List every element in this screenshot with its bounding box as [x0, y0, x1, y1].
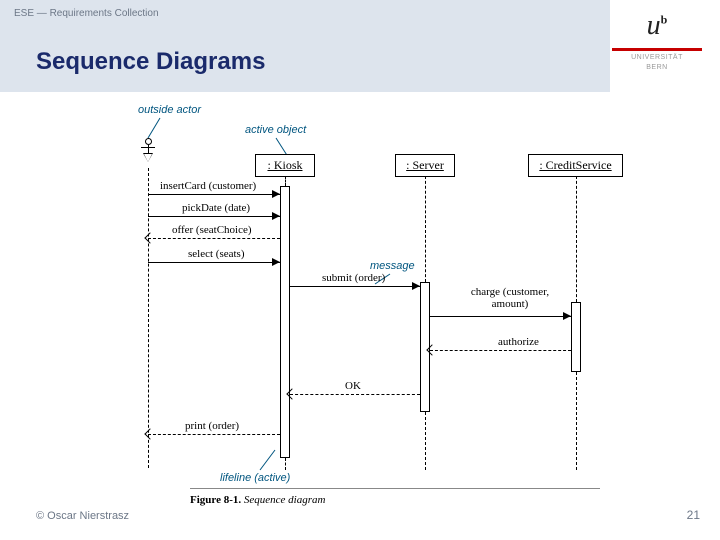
- msg-charge: charge (customer, amount): [460, 286, 560, 310]
- msg-ok: OK: [345, 380, 361, 392]
- arrowhead-m6: [563, 312, 571, 320]
- activation-credit: [571, 302, 581, 372]
- note-active-object: active object: [245, 124, 306, 136]
- object-credit: : CreditService: [528, 154, 623, 177]
- arrow-m2: [148, 216, 280, 217]
- arrow-m9: [148, 434, 280, 435]
- object-kiosk: : Kiosk: [255, 154, 315, 177]
- actor-icon: [140, 138, 156, 166]
- figure-number: Figure 8-1.: [190, 494, 241, 506]
- note-lifeline: lifeline (active): [220, 472, 290, 484]
- msg-offer: offer (seatChoice): [172, 224, 252, 236]
- lifeline-actor: [148, 168, 149, 468]
- university-name-1: UNIVERSITÄT: [612, 54, 702, 61]
- arrow-m8: [290, 394, 420, 395]
- university-name-2: BERN: [612, 64, 702, 71]
- arrow-m5: [290, 286, 420, 287]
- msg-select: select (seats): [188, 248, 245, 260]
- note-message: message: [370, 260, 415, 272]
- arrowhead-m4: [272, 258, 280, 266]
- page-title: Sequence Diagrams: [36, 48, 265, 76]
- arrowhead-m1: [272, 190, 280, 198]
- arrow-m7: [430, 350, 571, 351]
- arrow-m3: [148, 238, 280, 239]
- university-logo: ub UNIVERSITÄT BERN: [612, 10, 702, 71]
- lifeline-server-top: [425, 176, 426, 282]
- msg-insertcard: insertCard (customer): [160, 180, 256, 192]
- arrowhead-m9: [144, 428, 155, 439]
- lifeline-kiosk-bot: [285, 458, 286, 470]
- arrowhead-m5: [412, 282, 420, 290]
- arrow-m4: [148, 262, 280, 263]
- lifeline-credit-top: [576, 176, 577, 302]
- note-outside-actor: outside actor: [138, 104, 201, 116]
- arrow-m6: [430, 316, 571, 317]
- msg-submit: submit (order): [322, 272, 385, 284]
- lifeline-kiosk-top: [285, 176, 286, 186]
- arrow-m1: [148, 194, 280, 195]
- arrowhead-m3: [144, 232, 155, 243]
- figure-desc: Sequence diagram: [244, 494, 326, 506]
- msg-pickdate: pickDate (date): [182, 202, 250, 214]
- msg-print: print (order): [185, 420, 239, 432]
- footer-copyright: © Oscar Nierstrasz: [36, 510, 129, 522]
- activation-kiosk: [280, 186, 290, 458]
- lifeline-server-bot: [425, 412, 426, 470]
- logo-bar: [612, 48, 702, 51]
- logo-u-icon: ub: [647, 10, 668, 42]
- caption-rule: [190, 488, 600, 489]
- msg-authorize: authorize: [498, 336, 539, 348]
- arrowhead-m2: [272, 212, 280, 220]
- sequence-diagram: outside actor active object message life…: [100, 100, 670, 500]
- object-server: : Server: [395, 154, 455, 177]
- lifeline-credit-bot: [576, 372, 577, 470]
- breadcrumb: ESE — Requirements Collection: [14, 8, 159, 19]
- figure-caption: Figure 8-1. Sequence diagram: [190, 494, 325, 506]
- footer-page-number: 21: [687, 508, 700, 522]
